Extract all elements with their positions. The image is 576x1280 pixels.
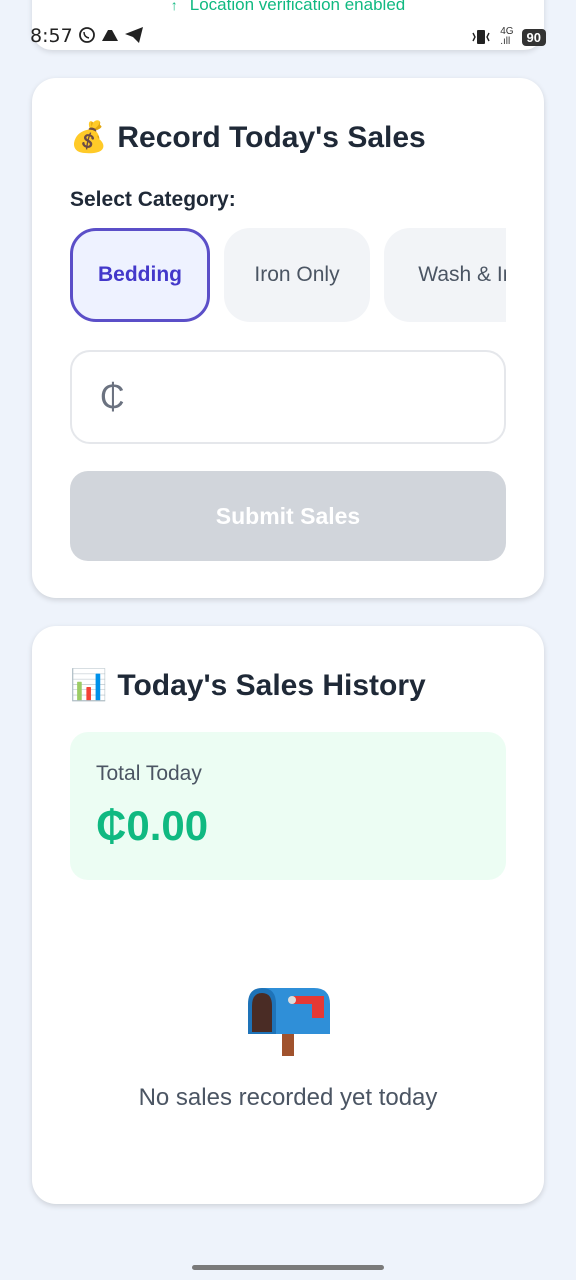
submit-sales-button[interactable]: Submit Sales	[70, 471, 506, 561]
category-iron-only[interactable]: Iron Only	[224, 228, 370, 322]
empty-state-message: No sales recorded yet today	[138, 1084, 438, 1111]
notification-icons	[78, 26, 144, 44]
location-text: Location verification enabled	[189, 0, 406, 14]
vibrate-icon	[472, 30, 490, 44]
record-sales-title: 💰 Record Today's Sales	[70, 120, 426, 155]
record-sales-title-text: Record Today's Sales	[117, 120, 426, 154]
battery-level: 90	[526, 29, 541, 45]
sales-history-card: 📊 Today's Sales History Total Today ₵0.0…	[32, 626, 544, 1204]
location-status: ↑ Location verification enabled	[32, 0, 544, 15]
select-category-label: Select Category:	[70, 188, 236, 211]
location-pin-icon: ↑	[170, 0, 178, 13]
currency-prefix: ₵	[100, 377, 125, 416]
category-wash-iron[interactable]: Wash & Ir	[384, 228, 506, 322]
telegram-icon	[125, 27, 143, 43]
sales-history-title: 📊 Today's Sales History	[70, 668, 426, 703]
total-today-label: Total Today	[96, 762, 202, 785]
total-today-box: Total Today ₵0.00	[70, 732, 506, 880]
total-today-value: ₵0.00	[96, 802, 209, 849]
home-indicator[interactable]	[192, 1265, 384, 1270]
whatsapp-icon	[79, 27, 95, 43]
record-sales-card: 💰 Record Today's Sales Select Category: …	[32, 78, 544, 598]
amount-input[interactable]: ₵	[70, 350, 506, 444]
drive-icon	[102, 30, 118, 41]
category-bedding[interactable]: Bedding	[70, 228, 210, 322]
bar-chart-icon: 📊	[70, 669, 108, 702]
system-icons: 4G .ıll 90	[470, 27, 546, 47]
network-type: 4G	[500, 26, 514, 37]
category-selector[interactable]: Bedding Iron Only Wash & Ir	[70, 228, 506, 324]
signal-icon: 4G .ıll	[500, 26, 514, 47]
empty-mailbox-icon	[248, 988, 330, 1056]
status-time: 8:57	[30, 25, 73, 47]
battery-icon: 90	[521, 28, 546, 46]
sales-history-title-text: Today's Sales History	[117, 668, 426, 702]
money-bag-icon: 💰	[70, 121, 108, 154]
status-bar: 8:57 4G .ıll 90	[0, 24, 576, 52]
